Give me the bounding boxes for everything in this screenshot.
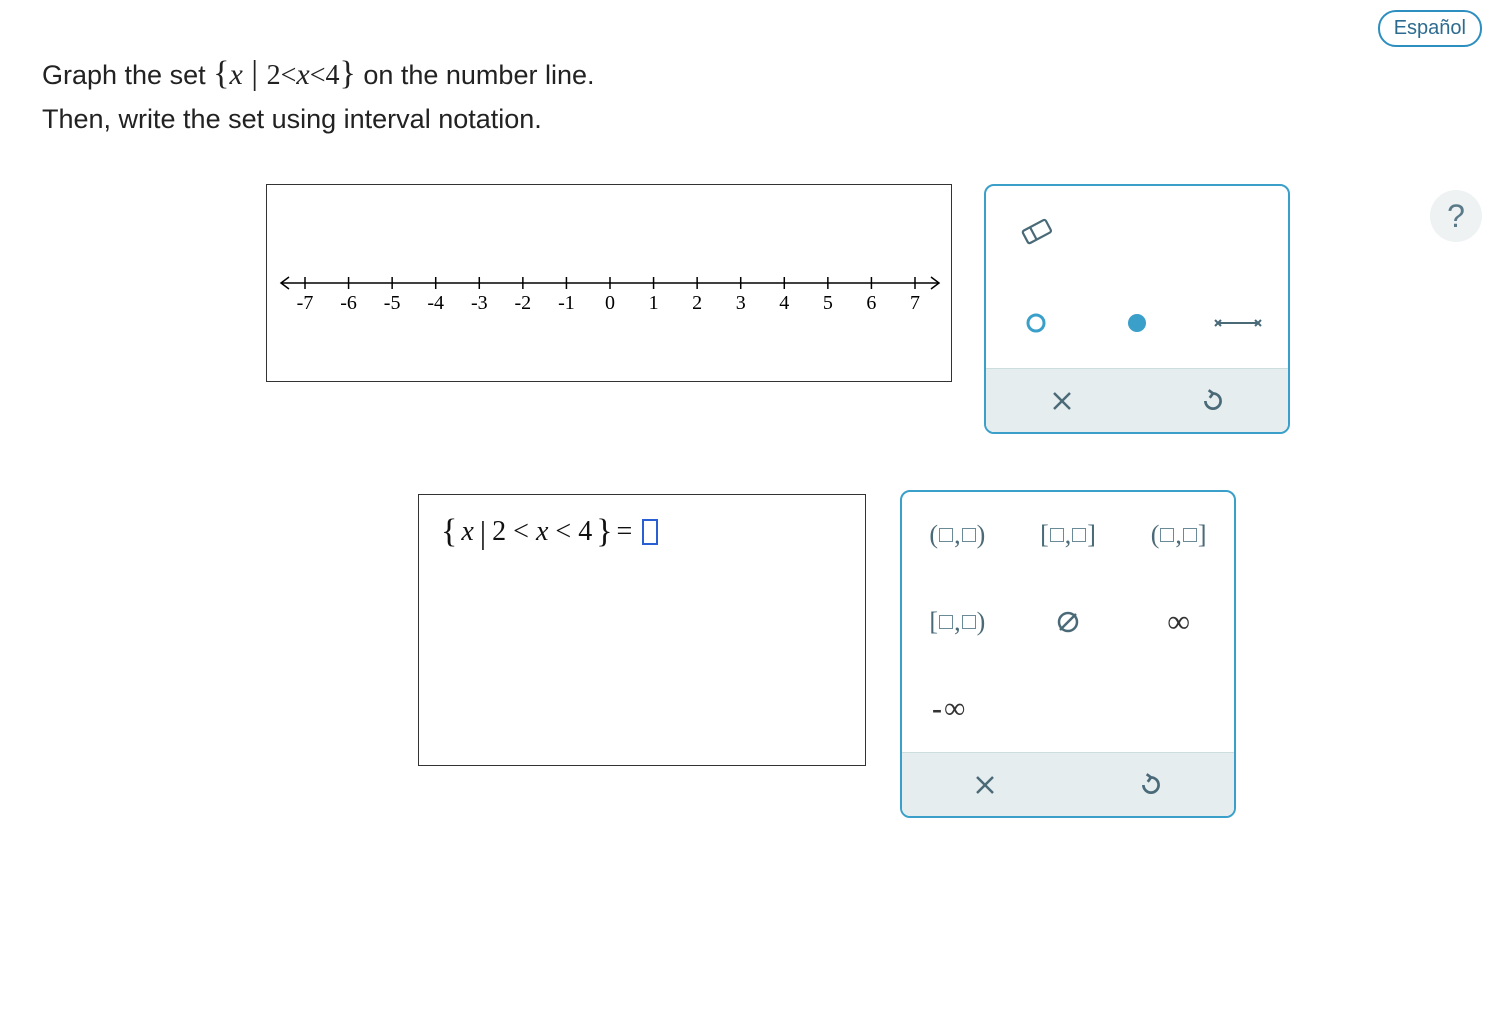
open-closed-interval-button[interactable]: (,] <box>1123 492 1234 579</box>
question-prompt: Graph the set {x | 2<x<4} on the number … <box>42 48 594 140</box>
help-button[interactable]: ? <box>1430 190 1482 242</box>
notation-palette: (,) [,] (,] [,) ∞ -∞ <box>900 490 1236 818</box>
eraser-tool[interactable] <box>986 186 1087 277</box>
empty-set-icon <box>1055 609 1081 635</box>
segment-tool[interactable] <box>1187 277 1288 368</box>
prompt-text-post: on the number line. <box>356 60 595 90</box>
reset-notation-button[interactable] <box>1068 753 1234 816</box>
x-icon <box>1051 390 1073 412</box>
ans-brace-open: { <box>441 513 457 551</box>
tick-label: 0 <box>605 292 615 314</box>
tick-label: 2 <box>692 292 702 314</box>
language-button[interactable]: Español <box>1378 10 1482 47</box>
tick-label: 1 <box>649 292 659 314</box>
closed-circle-tool[interactable] <box>1087 277 1188 368</box>
closed-open-interval-button[interactable]: [,) <box>902 579 1013 666</box>
clear-notation-button[interactable] <box>902 753 1068 816</box>
answer-expression: {x|2 < x < 4} = <box>441 513 843 551</box>
reset-icon <box>1200 388 1226 414</box>
closed-closed-interval-button[interactable]: [,] <box>1013 492 1124 579</box>
tick-label: 3 <box>736 292 746 314</box>
spacer <box>1013 665 1124 752</box>
clear-graph-button[interactable] <box>986 369 1137 432</box>
tick-label: 4 <box>779 292 789 314</box>
set-condition: 2<x<4 <box>267 60 340 91</box>
reset-icon <box>1138 772 1164 798</box>
number-line[interactable]: -7 -6 -5 -4 -3 -2 -1 0 1 2 3 4 5 6 7 <box>275 265 945 325</box>
infinity-button[interactable]: ∞ <box>1123 579 1234 666</box>
brace-close: } <box>340 55 356 92</box>
ans-equals: = <box>617 516 633 548</box>
tick-label: 5 <box>823 292 833 314</box>
answer-input-area: {x|2 < x < 4} = <box>418 494 866 766</box>
tick-label: 6 <box>866 292 876 314</box>
tick-label: -3 <box>471 292 488 314</box>
ans-brace-close: } <box>596 513 612 551</box>
tick-label: -7 <box>297 292 314 314</box>
graph-tool-palette <box>984 184 1290 434</box>
tick-label: -4 <box>427 292 444 314</box>
empty-set-button[interactable] <box>1013 579 1124 666</box>
open-circle-tool[interactable] <box>986 277 1087 368</box>
prompt-text: Graph the set <box>42 60 213 90</box>
number-line-canvas[interactable]: -7 -6 -5 -4 -3 -2 -1 0 1 2 3 4 5 6 7 <box>266 184 952 382</box>
tick-label: -5 <box>384 292 401 314</box>
tick-label: -1 <box>558 292 575 314</box>
reset-graph-button[interactable] <box>1137 369 1288 432</box>
ans-cond: 2 < x < 4 <box>492 516 592 548</box>
interval-input[interactable] <box>642 519 658 545</box>
prompt-line2: Then, write the set using interval notat… <box>42 99 594 140</box>
tick-label: 7 <box>910 292 920 314</box>
spacer <box>1123 665 1234 752</box>
tick-label: -6 <box>340 292 357 314</box>
brace-open: { <box>213 55 229 92</box>
set-variable: x <box>229 58 242 91</box>
neg-infinity-button[interactable]: -∞ <box>902 665 1013 752</box>
ans-var: x <box>461 516 473 548</box>
x-icon <box>974 774 996 796</box>
ans-bar: | <box>480 514 486 551</box>
tick-label: -2 <box>515 292 532 314</box>
set-bar: | <box>243 55 267 92</box>
open-open-interval-button[interactable]: (,) <box>902 492 1013 579</box>
